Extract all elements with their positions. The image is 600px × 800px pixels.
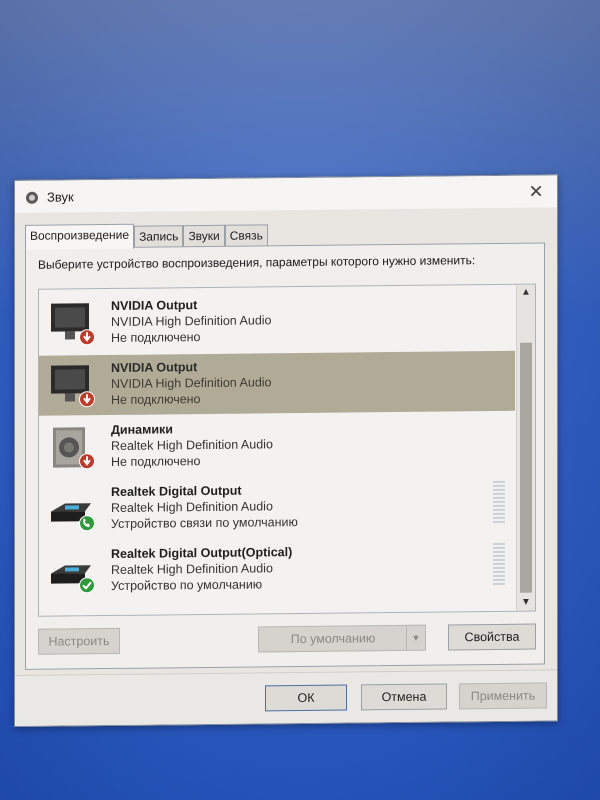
device-name: Realtek Digital Output(Optical) bbox=[111, 545, 293, 561]
ok-button[interactable]: ОК bbox=[265, 684, 347, 712]
device-item-selected[interactable]: NVIDIA Output NVIDIA High Definition Aud… bbox=[39, 350, 515, 416]
device-status: Не подключено bbox=[111, 330, 201, 345]
device-name: NVIDIA Output bbox=[111, 360, 198, 375]
volume-level-meter bbox=[493, 480, 505, 523]
close-button[interactable]: ✕ bbox=[521, 179, 551, 203]
scroll-thumb[interactable] bbox=[520, 342, 532, 593]
device-name: Динамики bbox=[111, 422, 173, 437]
device-description: Realtek High Definition Audio bbox=[111, 437, 273, 453]
monitor-disconnected-icon bbox=[51, 303, 95, 346]
configure-button[interactable]: Настроить bbox=[38, 627, 120, 655]
speaker-disconnected-icon bbox=[53, 427, 95, 470]
device-description: NVIDIA High Definition Audio bbox=[111, 313, 272, 329]
instruction-text: Выберите устройство воспроизведения, пар… bbox=[38, 253, 476, 272]
device-description: Realtek High Definition Audio bbox=[111, 561, 273, 577]
scroll-up-icon[interactable]: ▲ bbox=[517, 285, 535, 301]
speaker-icon bbox=[26, 191, 38, 204]
scroll-down-icon[interactable]: ▼ bbox=[517, 595, 535, 611]
device-status: Устройство связи по умолчанию bbox=[111, 515, 298, 531]
apply-button[interactable]: Применить bbox=[459, 682, 547, 710]
properties-button[interactable]: Свойства bbox=[448, 623, 536, 651]
device-status: Не подключено bbox=[111, 454, 201, 469]
device-item[interactable]: Realtek Digital Output Realtek High Defi… bbox=[39, 475, 515, 540]
digital-output-default-icon bbox=[51, 565, 95, 594]
device-status: Не подключено bbox=[111, 392, 201, 407]
chevron-down-icon[interactable]: ▼ bbox=[406, 625, 425, 650]
tab-playback[interactable]: Воспроизведение bbox=[25, 223, 135, 250]
monitor-disconnected-icon bbox=[51, 365, 95, 408]
device-description: NVIDIA High Definition Audio bbox=[111, 375, 272, 391]
device-list-scrollbar[interactable]: ▲ ▼ bbox=[516, 284, 535, 611]
cancel-button[interactable]: Отмена bbox=[361, 683, 447, 711]
playback-panel: Выберите устройство воспроизведения, пар… bbox=[25, 242, 545, 670]
device-status: Устройство по умолчанию bbox=[111, 577, 263, 593]
digital-output-phone-icon bbox=[51, 503, 95, 532]
dialog-footer: ОК Отмена Применить bbox=[15, 669, 557, 726]
tab-recording[interactable]: Запись bbox=[134, 225, 184, 249]
device-item[interactable]: Динамики Realtek High Definition Audio Н… bbox=[39, 413, 515, 478]
device-description: Realtek High Definition Audio bbox=[111, 499, 273, 515]
device-name: NVIDIA Output bbox=[111, 298, 198, 313]
title-bar: Звук ✕ bbox=[15, 175, 557, 213]
tab-sounds[interactable]: Звуки bbox=[183, 224, 225, 249]
volume-level-meter bbox=[493, 542, 505, 585]
device-list[interactable]: NVIDIA Output NVIDIA High Definition Aud… bbox=[38, 283, 536, 617]
tab-communications[interactable]: Связь bbox=[224, 224, 268, 248]
device-name: Realtek Digital Output bbox=[111, 483, 242, 499]
set-default-label: По умолчанию bbox=[290, 631, 376, 647]
set-default-button[interactable]: По умолчанию ▼ bbox=[258, 624, 426, 653]
device-item[interactable]: NVIDIA Output NVIDIA High Definition Aud… bbox=[39, 289, 515, 354]
device-item[interactable]: Realtek Digital Output(Optical) Realtek … bbox=[39, 537, 515, 602]
sound-dialog: Звук ✕ Воспроизведение Запись Звуки Связ… bbox=[14, 174, 558, 727]
window-title: Звук bbox=[47, 189, 74, 205]
